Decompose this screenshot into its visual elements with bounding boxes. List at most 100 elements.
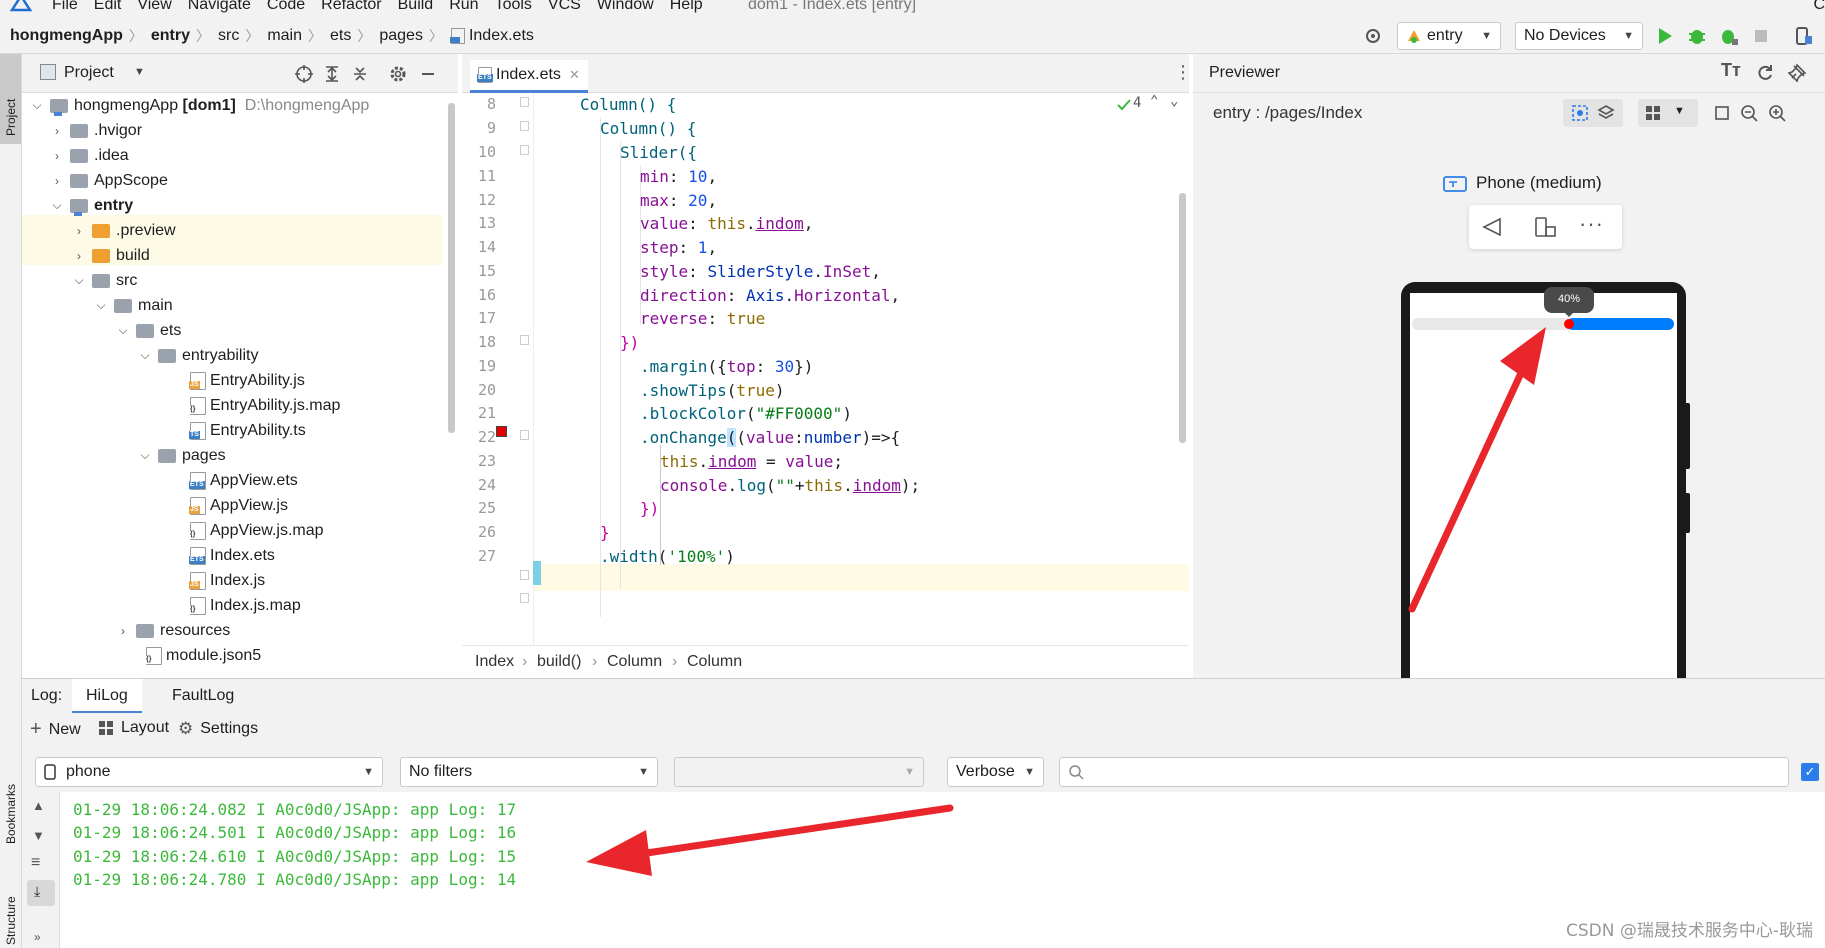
tree-item-ets[interactable]: ⌵ ets	[22, 318, 458, 343]
layout-button[interactable]: Layout	[98, 719, 169, 737]
log-device-select[interactable]: phone ▼	[35, 757, 383, 787]
tree-item-idea[interactable]: › .idea	[22, 143, 458, 168]
crumb-build[interactable]: build()	[537, 653, 581, 671]
breadcrumb-entry[interactable]: entry	[151, 27, 190, 45]
tree-item-entryability-js[interactable]: JS EntryAbility.js	[22, 368, 458, 393]
multi-device-select[interactable]: ▼	[1638, 99, 1698, 127]
menu-navigate[interactable]: Navigate	[188, 0, 251, 14]
debug-icon[interactable]	[1687, 26, 1707, 46]
log-process-select[interactable]: ▼	[674, 757, 924, 787]
layers-icon[interactable]	[1597, 104, 1615, 122]
expand-all-icon[interactable]	[322, 64, 342, 84]
tree-item-entry[interactable]: ⌵ entry	[22, 193, 458, 218]
menu-build[interactable]: Build	[398, 0, 434, 14]
tree-item-entryability-js-map[interactable]: {} EntryAbility.js.map	[22, 393, 458, 418]
chevron-up-icon[interactable]: ⌃	[1150, 93, 1158, 109]
tree-item-module-json5[interactable]: {} module.json5	[22, 643, 458, 668]
structure-tool-window-button[interactable]: Structure	[0, 859, 21, 948]
settings-button[interactable]: ⚙ Settings	[178, 719, 258, 739]
editor-scrollbar[interactable]	[1179, 193, 1186, 443]
scroll-up-icon[interactable]: ▲	[32, 798, 45, 813]
menu-refactor[interactable]: Refactor	[321, 0, 381, 14]
pin-icon[interactable]	[1787, 63, 1807, 83]
breadcrumb-main[interactable]: main	[267, 27, 302, 45]
log-level-select[interactable]: Verbose ▼	[947, 757, 1044, 787]
fold-marker-icon[interactable]	[520, 430, 529, 440]
tab-hilog[interactable]: HiLog	[72, 679, 142, 714]
fold-marker-icon[interactable]	[520, 145, 529, 155]
device-manager-icon[interactable]	[1793, 26, 1813, 46]
breadcrumb-ets[interactable]: ets	[330, 27, 351, 45]
menu-vcs[interactable]: VCS	[548, 0, 581, 14]
rotate-device-icon[interactable]	[1533, 215, 1557, 239]
tree-item-index-ets[interactable]: ETS Index.ets	[22, 543, 458, 568]
menu-code[interactable]: Code	[267, 0, 305, 14]
tree-item-appview-js[interactable]: JS AppView.js	[22, 493, 458, 518]
crumb-column-outer[interactable]: Column	[607, 653, 662, 671]
tree-item-appview-ets[interactable]: ETS AppView.ets	[22, 468, 458, 493]
tree-item-appview-js-map[interactable]: {} AppView.js.map	[22, 518, 458, 543]
menu-edit[interactable]: Edit	[94, 0, 122, 14]
regex-checkbox[interactable]: ✓	[1801, 763, 1819, 781]
tree-item-pages[interactable]: ⌵ pages	[22, 443, 458, 468]
tree-item-hvigor[interactable]: › .hvigor	[22, 118, 458, 143]
chevron-down-icon[interactable]: ▼	[134, 66, 145, 78]
tree-item-build[interactable]: › build	[22, 243, 458, 268]
scroll-down-icon[interactable]: ▼	[32, 828, 45, 843]
module-select[interactable]: entry ▼	[1397, 22, 1501, 50]
breadcrumb-src[interactable]: src	[218, 27, 239, 45]
scroll-to-end-button[interactable]: ⤓	[27, 880, 55, 906]
menu-view[interactable]: View	[137, 0, 171, 14]
inspection-check-icon[interactable]	[1116, 97, 1132, 113]
zoom-in-icon[interactable]	[1767, 103, 1787, 123]
menu-help[interactable]: Help	[670, 0, 703, 14]
minimize-icon[interactable]	[418, 64, 438, 84]
zoom-out-icon[interactable]	[1739, 103, 1759, 123]
breadcrumb-pages[interactable]: pages	[379, 27, 423, 45]
run-icon[interactable]	[1655, 26, 1675, 46]
fold-marker-icon[interactable]	[520, 593, 529, 603]
tree-item-index-js[interactable]: JS Index.js	[22, 568, 458, 593]
code-editor[interactable]: 8 9 10 11 12 13 14 15 16 17 18 19 20 21 …	[462, 93, 1189, 645]
breadcrumb-file[interactable]: Index.ets	[469, 27, 534, 45]
log-search-input[interactable]	[1059, 757, 1789, 787]
tab-faultlog[interactable]: FaultLog	[160, 679, 246, 714]
project-tool-window-button[interactable]: Project	[0, 54, 21, 144]
tree-item-entryability[interactable]: ⌵ entryability	[22, 343, 458, 368]
gear-icon[interactable]	[388, 64, 408, 84]
more-icon[interactable]: ···	[1579, 211, 1604, 237]
menu-file[interactable]: File	[52, 0, 78, 14]
new-button[interactable]: + New	[30, 718, 81, 741]
color-swatch-marker[interactable]	[496, 426, 507, 437]
menu-run[interactable]: Run	[449, 0, 478, 14]
back-icon[interactable]	[1481, 217, 1503, 237]
font-size-icon[interactable]: Tт	[1721, 60, 1741, 81]
fold-marker-icon[interactable]	[520, 121, 529, 131]
tree-item-entryability-ts[interactable]: TS EntryAbility.ts	[22, 418, 458, 443]
collapse-all-icon[interactable]	[350, 64, 370, 84]
tab-index-ets[interactable]: ETS Index.ets ✕	[470, 60, 588, 93]
tree-item-main[interactable]: ⌵ main	[22, 293, 458, 318]
slider-block[interactable]	[1564, 319, 1574, 329]
locate-icon[interactable]	[294, 64, 314, 84]
breadcrumb-project[interactable]: hongmengApp	[10, 27, 123, 45]
refresh-icon[interactable]	[1755, 63, 1775, 83]
fold-marker-icon[interactable]	[520, 335, 529, 345]
crumb-column-inner[interactable]: Column	[687, 653, 742, 671]
crumb-index[interactable]: Index	[475, 653, 514, 671]
menu-tools[interactable]: Tools	[495, 0, 532, 14]
more-options-icon[interactable]: ⋮	[1174, 62, 1192, 83]
close-icon[interactable]: ✕	[569, 67, 580, 83]
soft-wrap-icon[interactable]: ≡	[31, 854, 40, 872]
tree-item-src[interactable]: ⌵ src	[22, 268, 458, 293]
device-select[interactable]: No Devices ▼	[1515, 22, 1643, 50]
log-filter-select[interactable]: No filters ▼	[400, 757, 658, 787]
menu-window[interactable]: Window	[597, 0, 654, 14]
log-output[interactable]: 01-29 18:06:24.082 I A0c0d0/JSApp: app L…	[60, 792, 1825, 948]
fold-marker-icon[interactable]	[520, 570, 529, 580]
chevron-down-icon[interactable]: ⌄	[1170, 93, 1178, 109]
target-icon[interactable]	[1363, 26, 1383, 46]
bookmarks-tool-window-button[interactable]: Bookmarks	[0, 744, 21, 854]
stop-icon[interactable]	[1751, 26, 1771, 46]
tree-item-resources[interactable]: › resources	[22, 618, 458, 643]
